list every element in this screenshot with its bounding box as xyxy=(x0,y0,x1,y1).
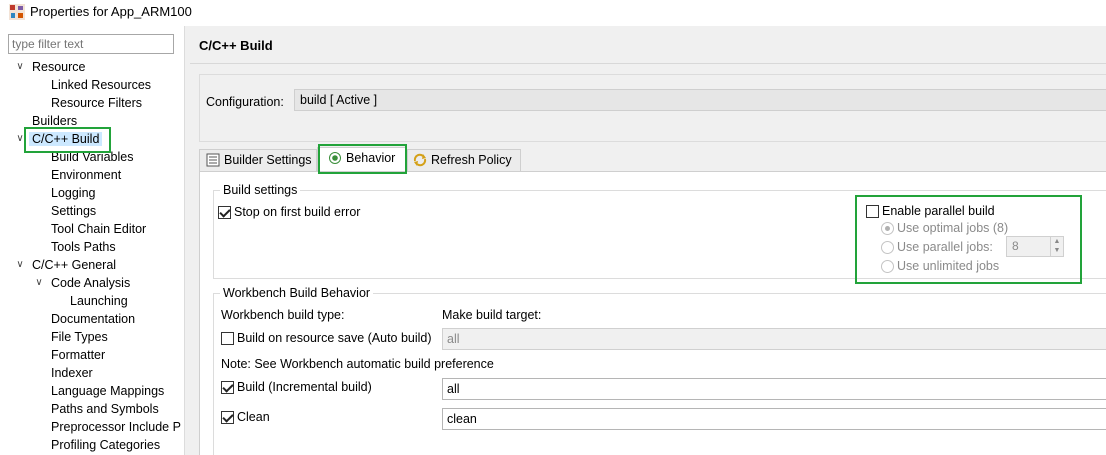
workbench-build-behavior-title: Workbench Build Behavior xyxy=(220,286,374,300)
chevron-down-icon[interactable]: ∨ xyxy=(33,274,45,292)
use-parallel-jobs-radio[interactable] xyxy=(881,241,894,254)
tree-item-label: Paths and Symbols xyxy=(51,402,159,416)
use-unlimited-jobs-radio[interactable] xyxy=(881,260,894,273)
use-optimal-jobs-radio[interactable] xyxy=(881,222,894,235)
tree-item-label: Preprocessor Include P xyxy=(51,420,181,434)
tree-item-label: Build Variables xyxy=(51,150,134,164)
stop-on-first-error-label[interactable]: Stop on first build error xyxy=(234,204,360,220)
configuration-section: Configuration: build [ Active ] xyxy=(199,74,1106,142)
tab-label: Behavior xyxy=(346,151,396,165)
tree-item-paths-and-symbols[interactable]: Paths and Symbols xyxy=(51,400,159,418)
tree-item-label: Profiling Categories xyxy=(51,438,161,452)
tab-label: Refresh Policy xyxy=(431,153,512,167)
tab-label: Builder Settings xyxy=(224,153,312,167)
tree-item-profiling-categories[interactable]: Profiling Categories xyxy=(51,436,160,454)
use-parallel-jobs-label[interactable]: Use parallel jobs: xyxy=(897,239,993,255)
tree-item-tool-chain-editor[interactable]: Tool Chain Editor xyxy=(51,220,146,238)
tree-item-launching[interactable]: Launching xyxy=(70,292,128,310)
workbench-note: Note: See Workbench automatic build pref… xyxy=(221,357,494,371)
workbench-build-type-label: Workbench build type: xyxy=(221,308,345,322)
configuration-select[interactable]: build [ Active ] xyxy=(294,89,1106,111)
tree-item-label: Environment xyxy=(51,168,122,182)
tab-refresh-policy[interactable]: Refresh Policy xyxy=(407,149,521,171)
chevron-down-icon[interactable]: ∨ xyxy=(14,130,26,148)
use-optimal-jobs-label[interactable]: Use optimal jobs (8) xyxy=(897,220,1008,236)
tree-item-label: C/C++ Build xyxy=(29,132,103,146)
tree-item-label: Code Analysis xyxy=(51,276,131,290)
window-title: Properties for App_ARM100 xyxy=(30,4,192,19)
tree-item-label: C/C++ General xyxy=(32,258,117,272)
builder-settings-icon xyxy=(206,153,220,167)
tree-item-label: Resource xyxy=(32,60,86,74)
window-title-bar: Properties for App_ARM100 xyxy=(0,0,1106,26)
tree-item-formatter[interactable]: Formatter xyxy=(51,346,105,364)
tree-item-build-variables[interactable]: Build Variables xyxy=(51,148,133,166)
incremental-build-target-field[interactable]: all xyxy=(442,378,1106,400)
auto-build-checkbox[interactable] xyxy=(221,332,234,345)
tree-item-label: Formatter xyxy=(51,348,106,362)
tree-item-label: Tools Paths xyxy=(51,240,116,254)
chevron-down-icon[interactable]: ∨ xyxy=(14,256,26,274)
tree-item-linked-resources[interactable]: Linked Resources xyxy=(51,76,151,94)
tree-item-cpp-build[interactable]: C/C++ Build xyxy=(29,130,103,148)
behavior-tab-content: Build settings Stop on first build error… xyxy=(199,171,1106,455)
tree-item-label: Linked Resources xyxy=(51,78,152,92)
enable-parallel-build-label[interactable]: Enable parallel build xyxy=(882,203,995,219)
configuration-label: Configuration: xyxy=(206,95,284,109)
make-build-target-label: Make build target: xyxy=(442,308,542,322)
page-title: C/C++ Build xyxy=(199,38,273,53)
properties-page: C/C++ Build Configuration: build [ Activ… xyxy=(190,26,1106,455)
tree-item-file-types[interactable]: File Types xyxy=(51,328,108,346)
clean-target-field[interactable]: clean xyxy=(442,408,1106,430)
refresh-policy-icon xyxy=(413,153,427,166)
tree-item-label: Documentation xyxy=(51,312,136,326)
workbench-build-behavior-group: Workbench Build Behavior Workbench build… xyxy=(213,286,1106,455)
tree-item-indexer[interactable]: Indexer xyxy=(51,364,93,382)
tree-item-label: Language Mappings xyxy=(51,384,165,398)
incremental-build-label[interactable]: Build (Incremental build) xyxy=(237,379,372,395)
use-unlimited-jobs-label[interactable]: Use unlimited jobs xyxy=(897,258,999,274)
tree-item-label: Launching xyxy=(70,294,128,308)
tree-item-label: Tool Chain Editor xyxy=(51,222,147,236)
property-tree-pane: ∨ Resource Linked Resources Resource Fil… xyxy=(0,30,184,455)
tree-item-documentation[interactable]: Documentation xyxy=(51,310,135,328)
build-settings-group: Build settings Stop on first build error… xyxy=(213,183,1106,279)
tree-item-label: Logging xyxy=(51,186,96,200)
clean-label[interactable]: Clean xyxy=(237,409,270,425)
clean-checkbox[interactable] xyxy=(221,411,234,424)
app-properties-icon xyxy=(9,4,25,20)
auto-build-label[interactable]: Build on resource save (Auto build) xyxy=(237,330,432,346)
radio-behavior-icon xyxy=(329,151,341,164)
build-settings-title: Build settings xyxy=(220,183,301,197)
tree-item-label: Indexer xyxy=(51,366,93,380)
tab-bar: Builder Settings Behavior Refresh Policy xyxy=(199,147,1106,171)
tree-item-preprocessor-include[interactable]: Preprocessor Include P xyxy=(51,418,181,436)
tree-item-code-analysis[interactable]: Code Analysis xyxy=(51,274,130,292)
spinner-arrows-icon[interactable]: ▲ ▼ xyxy=(1050,237,1063,256)
auto-build-target-field[interactable]: all xyxy=(442,328,1106,350)
tree-item-resource-filters[interactable]: Resource Filters xyxy=(51,94,142,112)
tree-item-language-mappings[interactable]: Language Mappings xyxy=(51,382,164,400)
tree-item-builders[interactable]: Builders xyxy=(32,112,77,130)
tree-item-label: Resource Filters xyxy=(51,96,142,110)
tree-item-label: File Types xyxy=(51,330,108,344)
parallel-jobs-value: 8 xyxy=(1012,239,1019,253)
title-divider xyxy=(190,63,1106,64)
tree-item-settings[interactable]: Settings xyxy=(51,202,96,220)
chevron-down-icon[interactable]: ∨ xyxy=(14,58,26,76)
tree-item-label: Builders xyxy=(32,114,78,128)
incremental-build-checkbox[interactable] xyxy=(221,381,234,394)
filter-input[interactable] xyxy=(8,34,174,54)
tree-item-environment[interactable]: Environment xyxy=(51,166,121,184)
tab-builder-settings[interactable]: Builder Settings xyxy=(199,149,317,171)
tree-item-resource[interactable]: Resource xyxy=(32,58,86,76)
enable-parallel-build-checkbox[interactable] xyxy=(866,205,879,218)
tree-item-tools-paths[interactable]: Tools Paths xyxy=(51,238,116,256)
tree-item-label: Settings xyxy=(51,204,97,218)
parallel-jobs-spinner[interactable]: 8 ▲ ▼ xyxy=(1006,236,1064,257)
tree-item-logging[interactable]: Logging xyxy=(51,184,96,202)
stop-on-first-error-checkbox[interactable] xyxy=(218,206,231,219)
tab-behavior[interactable]: Behavior xyxy=(317,147,407,171)
tree-item-cpp-general[interactable]: C/C++ General xyxy=(32,256,116,274)
